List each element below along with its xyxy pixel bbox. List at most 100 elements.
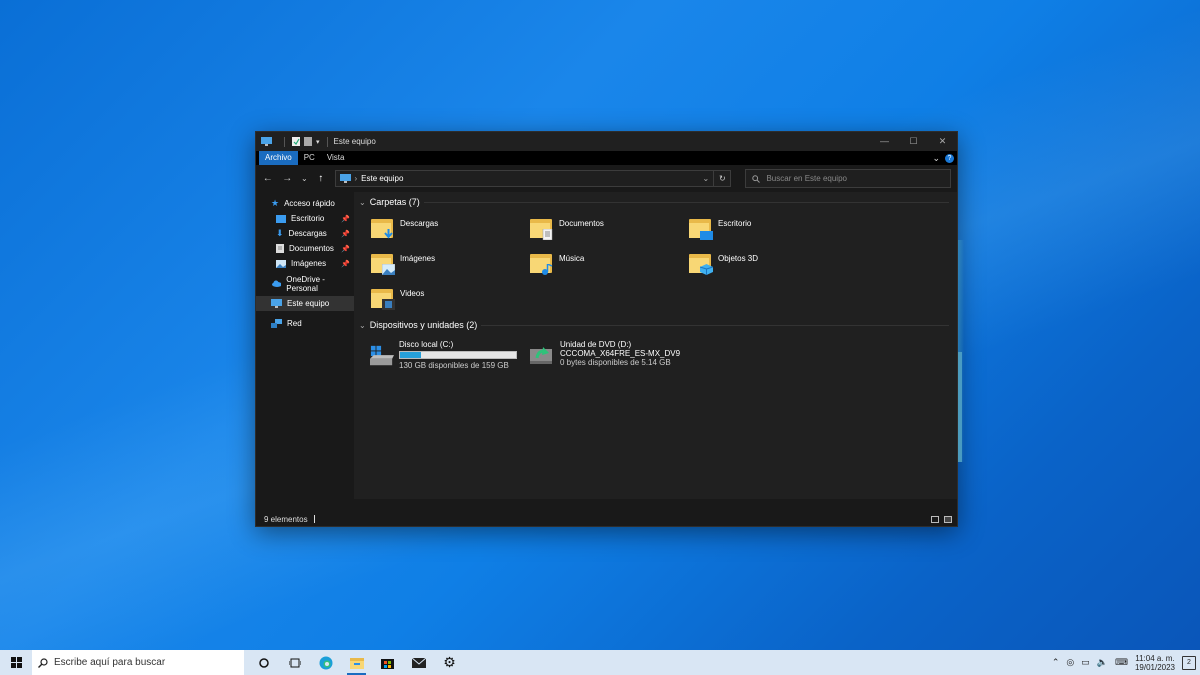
file-explorer-window[interactable]: ▾ Este equipo — ☐ ✕ Archivo PC Vista ⌄ ?…: [255, 131, 958, 527]
help-icon[interactable]: ?: [945, 153, 954, 163]
file-explorer-icon[interactable]: [341, 650, 372, 675]
sidebar-item-label: Acceso rápido: [284, 199, 335, 208]
back-button[interactable]: ←: [262, 173, 274, 184]
folder-item-imagenes[interactable]: Imágenes: [370, 249, 529, 277]
pin-icon: 📌: [341, 230, 350, 238]
music-folder-icon: [529, 251, 553, 275]
refresh-button[interactable]: ↻: [714, 170, 732, 187]
mail-icon[interactable]: [403, 650, 434, 675]
content-pane: ⌄ Carpetas (7) Descargas Documentos Escr…: [354, 192, 957, 499]
folder-item-documentos[interactable]: Documentos: [529, 214, 688, 242]
cloud-icon: [272, 280, 282, 287]
clock-time: 11:04 a. m.: [1135, 653, 1175, 663]
sidebar-item-red[interactable]: Red: [256, 316, 354, 331]
sidebar-item-label: Descargas: [288, 229, 327, 238]
sidebar-item-imagenes[interactable]: Imágenes 📌: [256, 256, 354, 271]
meet-now-icon[interactable]: ◎: [1066, 657, 1074, 668]
breadcrumb-separator: ›: [354, 174, 358, 183]
devices-group-header[interactable]: ⌄ Dispositivos y unidades (2): [359, 318, 957, 332]
documents-folder-icon: [529, 216, 553, 240]
computer-icon: [339, 174, 351, 183]
settings-gear-icon[interactable]: ⚙: [434, 650, 465, 675]
devices-group-title: Dispositivos y unidades (2): [369, 320, 478, 330]
desktop-folder-icon: [276, 214, 286, 223]
volume-icon[interactable]: 🔈: [1097, 657, 1108, 668]
collapse-chevron-icon[interactable]: ⌄: [359, 198, 366, 207]
close-button[interactable]: ✕: [928, 132, 957, 151]
recent-locations-button[interactable]: ⌄: [301, 174, 308, 183]
image-icon: [276, 259, 286, 268]
show-hidden-icons-icon[interactable]: ⌃: [1052, 657, 1060, 668]
sidebar-item-acceso-rapido[interactable]: ★ Acceso rápido: [256, 196, 354, 211]
tab-archivo[interactable]: Archivo: [259, 151, 298, 165]
drive-name: Unidad de DVD (D:): [560, 340, 632, 349]
folder-label: Objetos 3D: [718, 254, 759, 263]
videos-folder-icon: [370, 286, 395, 310]
store-icon[interactable]: [372, 650, 403, 675]
folders-group-header[interactable]: ⌄ Carpetas (7): [359, 195, 957, 209]
network-icon[interactable]: ▭: [1081, 657, 1090, 668]
start-button[interactable]: [0, 650, 32, 675]
drives-list: Disco local (C:) 130 GB disponibles de 1…: [359, 332, 957, 370]
minimize-button[interactable]: —: [870, 132, 899, 151]
title-bar[interactable]: ▾ Este equipo — ☐ ✕: [256, 132, 957, 151]
sidebar-item-label: Escritorio: [291, 214, 325, 223]
task-view-icon[interactable]: [279, 650, 310, 675]
sidebar-item-este-equipo[interactable]: Este equipo: [256, 296, 354, 311]
details-view-icon[interactable]: [931, 515, 939, 523]
downloads-folder-icon: [370, 216, 394, 240]
sidebar-item-escritorio[interactable]: Escritorio 📌: [256, 211, 354, 226]
pin-icon: 📌: [341, 215, 350, 223]
navigation-pane: ★ Acceso rápido Escritorio 📌 ⬇ Descargas…: [256, 192, 354, 499]
folder-item-descargas[interactable]: Descargas: [370, 214, 529, 242]
clock-date: 19/01/2023: [1134, 662, 1175, 672]
cortana-icon[interactable]: [248, 650, 279, 675]
large-icons-view-icon[interactable]: [944, 515, 952, 523]
sidebar-item-label: Imágenes: [291, 259, 327, 268]
taskbar-search-box[interactable]: Escribe aquí para buscar: [32, 650, 244, 675]
drive-usage-bar: [399, 351, 517, 359]
address-bar[interactable]: › Este equipo ⌄: [334, 170, 715, 187]
edge-icon[interactable]: [310, 650, 341, 675]
folder-item-escritorio[interactable]: Escritorio: [688, 214, 847, 242]
status-bar: 9 elementos: [256, 512, 957, 526]
folder-label: Videos: [400, 289, 425, 298]
search-input[interactable]: Buscar en Este equipo: [766, 174, 847, 183]
clock[interactable]: 11:04 a. m. 19/01/2023: [1135, 654, 1175, 672]
folder-item-objetos-3d[interactable]: Objetos 3D: [688, 249, 847, 277]
address-dropdown-icon[interactable]: ⌄: [702, 174, 709, 183]
new-folder-icon[interactable]: [304, 137, 312, 146]
drive-name: Disco local (C:): [399, 340, 454, 349]
window-title: Este equipo: [333, 137, 376, 146]
up-button[interactable]: ↑: [315, 173, 327, 184]
search-box[interactable]: Buscar en Este equipo: [745, 169, 952, 188]
forward-button[interactable]: →: [282, 173, 294, 184]
folder-label: Documentos: [559, 219, 604, 228]
notifications-icon[interactable]: 2: [1182, 655, 1196, 670]
drive-item-c[interactable]: Disco local (C:) 130 GB disponibles de 1…: [370, 340, 517, 370]
folder-label: Imágenes: [400, 254, 436, 263]
folder-item-musica[interactable]: Música: [529, 249, 688, 277]
collapse-chevron-icon[interactable]: ⌄: [359, 321, 366, 330]
maximize-button[interactable]: ☐: [899, 132, 928, 151]
ribbon-tabs: Archivo PC Vista ⌄ ?: [256, 151, 957, 165]
sidebar-item-onedrive[interactable]: OneDrive - Personal: [256, 275, 354, 293]
item-count: 9 elementos: [264, 514, 308, 524]
hard-drive-icon: [370, 345, 394, 366]
search-icon: [38, 657, 48, 668]
tab-pc[interactable]: PC: [298, 151, 321, 165]
sidebar-item-label: Este equipo: [287, 299, 330, 308]
sidebar-item-descargas[interactable]: ⬇ Descargas 📌: [256, 226, 354, 241]
properties-icon[interactable]: [292, 137, 300, 146]
folder-item-videos[interactable]: Videos: [370, 284, 529, 312]
sidebar-item-documentos[interactable]: Documentos 📌: [256, 241, 354, 256]
breadcrumb[interactable]: Este equipo: [361, 174, 403, 183]
customize-toolbar-icon[interactable]: ▾: [316, 138, 320, 146]
drive-item-d[interactable]: Unidad de DVD (D:) CCCOMA_X64FRE_ES-MX_D…: [529, 340, 709, 370]
expand-ribbon-icon[interactable]: ⌄: [932, 153, 940, 164]
taskbar-search-input[interactable]: Escribe aquí para buscar: [54, 657, 165, 668]
tab-vista[interactable]: Vista: [321, 151, 351, 165]
folders-grid: Descargas Documentos Escritorio Imágenes: [359, 209, 957, 312]
language-icon[interactable]: ⌨: [1115, 657, 1128, 668]
pin-icon: 📌: [341, 245, 350, 253]
